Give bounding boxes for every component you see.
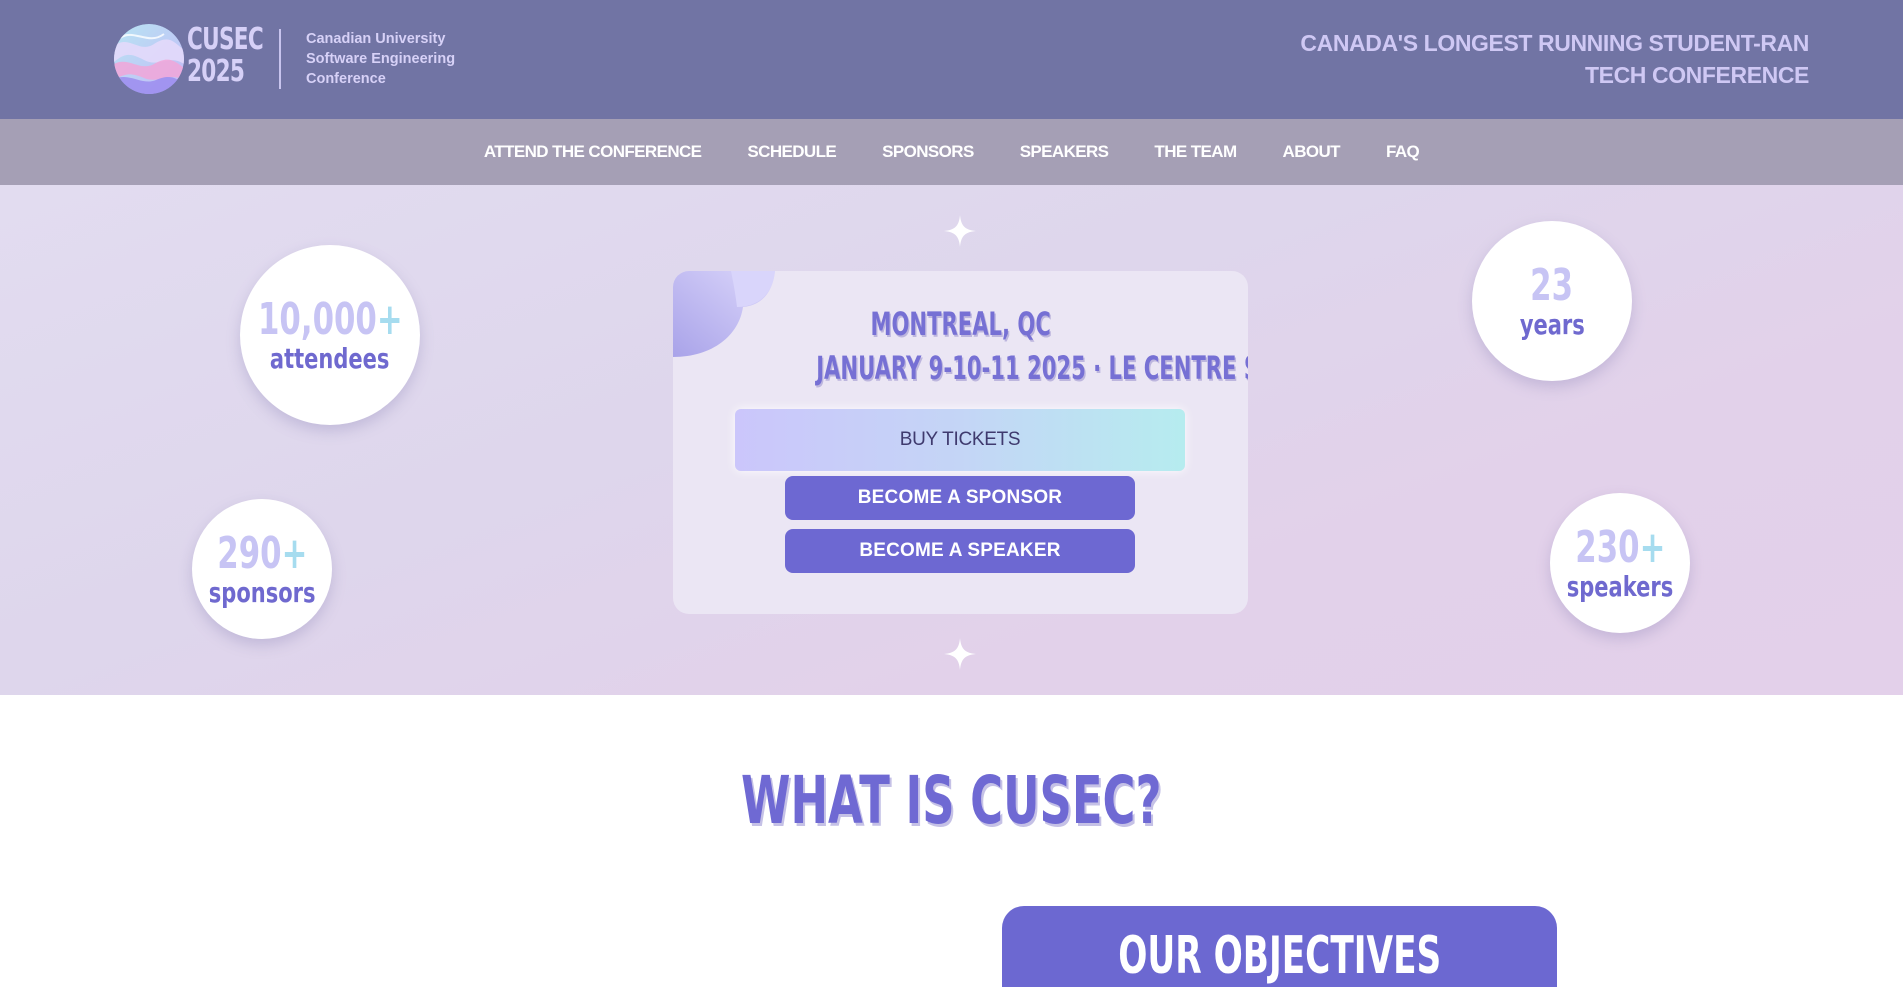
objectives-panel: OUR OBJECTIVES	[1002, 906, 1557, 987]
tagline-line: TECH CONFERENCE	[1584, 62, 1809, 88]
event-location: MONTREAL, QC	[870, 305, 1051, 343]
nav-item-speakers[interactable]: SPEAKERS	[997, 142, 1132, 162]
logo-wordmark[interactable]: CUSEC 2025	[187, 22, 264, 89]
stat-attendees: 10,000+ attendees	[240, 245, 420, 425]
objectives-heading: OUR OBJECTIVES	[1117, 926, 1442, 986]
what-is-heading: WHAT IS CUSEC?	[741, 762, 1162, 839]
buy-tickets-button[interactable]: BUY TICKETS	[735, 409, 1185, 471]
stat-years-value: 23	[1530, 260, 1574, 311]
nav-item-attend[interactable]: ATTEND THE CONFERENCE	[461, 142, 725, 162]
logo-sub-line: Conference	[306, 71, 386, 87]
become-speaker-button[interactable]: BECOME A SPEAKER	[785, 529, 1135, 573]
sparkle-icon	[944, 215, 976, 247]
logo-sub-line: Canadian University	[306, 31, 446, 47]
cusec-logo-icon[interactable]	[114, 24, 184, 94]
become-sponsor-button[interactable]: BECOME A SPONSOR	[785, 476, 1135, 520]
stat-speakers-value: 230+	[1574, 522, 1666, 573]
logo-sub-line: Software Engineering	[306, 51, 456, 67]
site-header: CUSEC 2025 Canadian University Software …	[0, 0, 1903, 119]
stat-sponsors: 290+ sponsors	[192, 499, 332, 639]
nav-item-sponsors[interactable]: SPONSORS	[859, 142, 997, 162]
stat-speakers: 230+ speakers	[1550, 493, 1690, 633]
logo-name: CUSEC	[187, 22, 264, 57]
logo-subtitle: Canadian University Software Engineering…	[306, 29, 466, 89]
stat-attendees-value: 10,000+	[257, 294, 403, 345]
stat-attendees-label: attendees	[270, 342, 390, 375]
main-nav: ATTEND THE CONFERENCE SCHEDULE SPONSORS …	[0, 119, 1903, 185]
stat-years: 23 years	[1472, 221, 1632, 381]
stat-years-label: years	[1519, 308, 1585, 341]
logo-divider	[279, 29, 281, 89]
sparkle-icon	[944, 638, 976, 670]
event-card: MONTREAL, QC JANUARY 9-10-11 2025 · LE C…	[673, 271, 1248, 614]
event-dates: JANUARY 9-10-11 2025 · LE CENTRE SHERATO…	[816, 349, 1248, 387]
logo-year: 2025	[187, 54, 245, 89]
header-tagline: CANADA'S LONGEST RUNNING STUDENT-RAN TEC…	[1289, 27, 1809, 91]
tagline-line: CANADA'S LONGEST RUNNING STUDENT-RAN	[1300, 30, 1809, 56]
hero-section: 10,000+ attendees 290+ sponsors 23 years…	[0, 185, 1903, 695]
nav-item-team[interactable]: THE TEAM	[1131, 142, 1259, 162]
nav-item-schedule[interactable]: SCHEDULE	[724, 142, 859, 162]
stat-sponsors-value: 290+	[216, 528, 308, 579]
nav-item-faq[interactable]: FAQ	[1363, 142, 1442, 162]
stat-speakers-label: speakers	[1566, 570, 1674, 603]
stat-sponsors-label: sponsors	[208, 576, 316, 609]
nav-item-about[interactable]: ABOUT	[1260, 142, 1363, 162]
